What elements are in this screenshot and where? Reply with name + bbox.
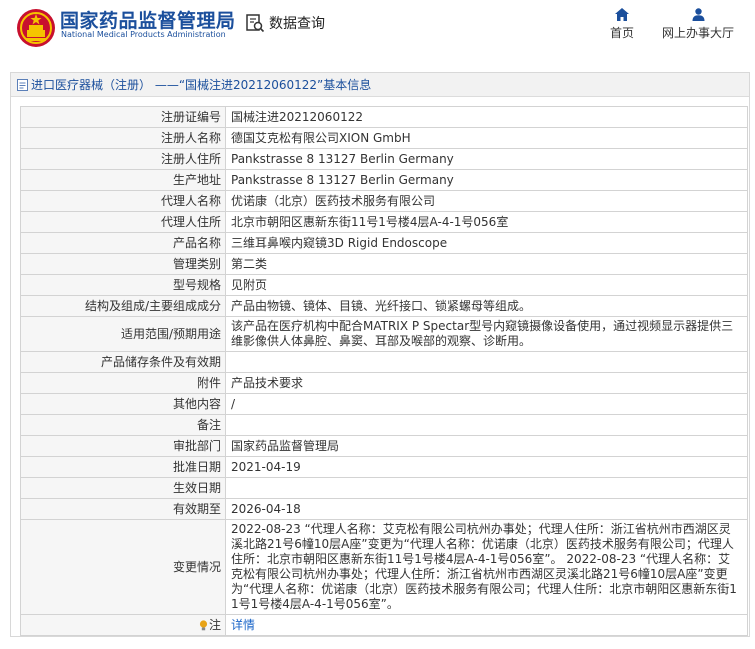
table-row: 审批部门 国家药品监督管理局 — [20, 435, 748, 457]
row-value: 德国艾克松有限公司XION GmbH — [225, 127, 748, 149]
site-name-cn[interactable]: 国家药品监督管理局 — [60, 6, 236, 33]
row-label: 生效日期 — [20, 477, 226, 499]
row-label: 有效期至 — [20, 498, 226, 520]
row-value: 产品由物镜、镜体、目镜、光纤接口、锁紧螺母等组成。 — [225, 295, 748, 317]
nav-online-service-hall[interactable]: 网上办事大厅 — [656, 8, 740, 41]
table-row: 有效期至 2026-04-18 — [20, 498, 748, 520]
table-row: 生效日期 — [20, 477, 748, 499]
row-label: 生产地址 — [20, 169, 226, 191]
row-value: 产品技术要求 — [225, 372, 748, 394]
note-label: 注 — [208, 617, 221, 632]
site-name-en[interactable]: National Medical Products Administration — [61, 30, 226, 39]
data-query-label: 数据查询 — [269, 16, 325, 32]
row-value: 第二类 — [225, 253, 748, 275]
lightbulb-icon — [199, 619, 208, 630]
document-icon — [17, 78, 28, 91]
note-value-cell: 详情 — [225, 614, 748, 636]
table-row: 产品名称 三维耳鼻喉内窥镜3D Rigid Endoscope — [20, 232, 748, 254]
row-value: Pankstrasse 8 13127 Berlin Germany — [225, 169, 748, 191]
row-label: 附件 — [20, 372, 226, 394]
panel-title-bar: 进口医疗器械（注册） ——“国械注进20212060122”基本信息 — [11, 73, 749, 97]
row-label: 适用范围/预期用途 — [20, 316, 226, 352]
row-value: 2021-04-19 — [225, 456, 748, 478]
table-row: 生产地址 Pankstrasse 8 13127 Berlin Germany — [20, 169, 748, 191]
row-label: 变更情况 — [20, 519, 226, 615]
note-label-cell: 注 — [20, 614, 226, 636]
row-value: 该产品在医疗机构中配合MATRIX P Spectar型号内窥镜摄像设备使用，通… — [225, 316, 748, 352]
row-label: 注册人住所 — [20, 148, 226, 170]
row-value: 北京市朝阳区惠新东街11号1号楼4层A-4-1号056室 — [225, 211, 748, 233]
home-icon — [615, 8, 629, 21]
row-label: 批准日期 — [20, 456, 226, 478]
table-row: 适用范围/预期用途 该产品在医疗机构中配合MATRIX P Spectar型号内… — [20, 316, 748, 352]
row-label: 注册证编号 — [20, 106, 226, 128]
row-value — [225, 477, 748, 499]
info-table: 注册证编号 国械注进20212060122 注册人名称 德国艾克松有限公司XIO… — [20, 106, 748, 636]
data-query-icon — [246, 14, 265, 33]
table-row: 其他内容 / — [20, 393, 748, 415]
row-value: 优诺康（北京）医药技术服务有限公司 — [225, 190, 748, 212]
row-value: 2026-04-18 — [225, 498, 748, 520]
row-label: 结构及组成/主要组成成分 — [20, 295, 226, 317]
table-row: 附件 产品技术要求 — [20, 372, 748, 394]
row-label: 其他内容 — [20, 393, 226, 415]
nav-home-label: 首页 — [609, 26, 634, 40]
row-label: 代理人住所 — [20, 211, 226, 233]
row-value: 国械注进20212060122 — [225, 106, 748, 128]
row-label: 产品储存条件及有效期 — [20, 351, 226, 373]
table-row: 注 详情 — [20, 614, 748, 636]
panel-title: 进口医疗器械（注册） ——“国械注进20212060122”基本信息 — [31, 77, 372, 92]
table-row: 结构及组成/主要组成成分 产品由物镜、镜体、目镜、光纤接口、锁紧螺母等组成。 — [20, 295, 748, 317]
row-label: 型号规格 — [20, 274, 226, 296]
row-label: 产品名称 — [20, 232, 226, 254]
row-label: 注册人名称 — [20, 127, 226, 149]
national-emblem-icon[interactable] — [16, 8, 56, 48]
data-query-link[interactable]: 数据查询 — [245, 12, 325, 34]
table-row: 注册人住所 Pankstrasse 8 13127 Berlin Germany — [20, 148, 748, 170]
table-row: 管理类别 第二类 — [20, 253, 748, 275]
row-value — [225, 351, 748, 373]
table-row: 代理人住所 北京市朝阳区惠新东街11号1号楼4层A-4-1号056室 — [20, 211, 748, 233]
row-label: 管理类别 — [20, 253, 226, 275]
table-row: 注册人名称 德国艾克松有限公司XION GmbH — [20, 127, 748, 149]
row-value: / — [225, 393, 748, 415]
table-row: 型号规格 见附页 — [20, 274, 748, 296]
row-label: 代理人名称 — [20, 190, 226, 212]
table-row: 注册证编号 国械注进20212060122 — [20, 106, 748, 128]
nav-hall-label: 网上办事大厅 — [661, 26, 734, 40]
row-label: 审批部门 — [20, 435, 226, 457]
row-value: 国家药品监督管理局 — [225, 435, 748, 457]
table-row: 批准日期 2021-04-19 — [20, 456, 748, 478]
table-row: 变更情况 2022-08-23 “代理人名称：艾克松有限公司杭州办事处；代理人住… — [20, 519, 748, 615]
row-value: 见附页 — [225, 274, 748, 296]
table-row: 备注 — [20, 414, 748, 436]
detail-panel: 进口医疗器械（注册） ——“国械注进20212060122”基本信息 注册证编号… — [10, 72, 750, 637]
row-label: 备注 — [20, 414, 226, 436]
table-row: 产品储存条件及有效期 — [20, 351, 748, 373]
row-value — [225, 414, 748, 436]
row-value: Pankstrasse 8 13127 Berlin Germany — [225, 148, 748, 170]
table-row: 代理人名称 优诺康（北京）医药技术服务有限公司 — [20, 190, 748, 212]
row-value: 三维耳鼻喉内窥镜3D Rigid Endoscope — [225, 232, 748, 254]
user-icon — [692, 8, 704, 21]
details-link[interactable]: 详情 — [231, 618, 255, 632]
change-history-value: 2022-08-23 “代理人名称：艾克松有限公司杭州办事处；代理人住所：浙江省… — [225, 519, 748, 615]
nav-home[interactable]: 首页 — [606, 8, 638, 41]
site-header: 国家药品监督管理局 National Medical Products Admi… — [0, 0, 755, 60]
